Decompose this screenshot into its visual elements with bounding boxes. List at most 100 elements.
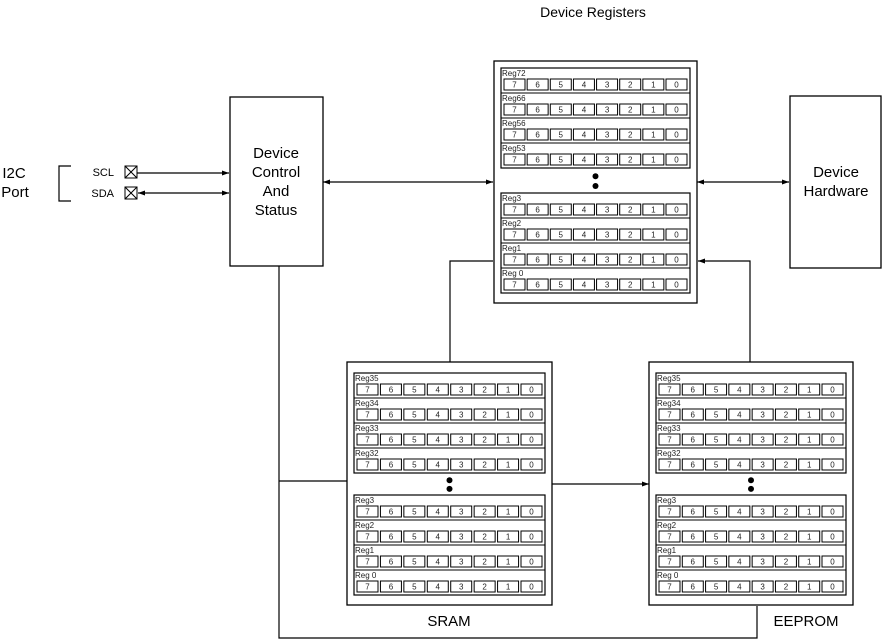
bit-label: 2 [482, 386, 487, 395]
bit-label: 2 [784, 411, 789, 420]
sda-pin-label: SDA [91, 188, 114, 200]
bit-label: 4 [582, 131, 587, 140]
bit-label: 3 [605, 281, 610, 290]
bit-label: 3 [760, 461, 765, 470]
bit-label: 7 [365, 583, 370, 592]
ellipsis-dot [592, 173, 599, 180]
bit-label: 6 [535, 206, 540, 215]
bit-label: 2 [482, 558, 487, 567]
bit-label: 3 [605, 256, 610, 265]
bit-label: 2 [482, 411, 487, 420]
bit-label: 2 [784, 583, 789, 592]
bit-label: 7 [512, 231, 517, 240]
sram-caption: SRAM [427, 613, 470, 630]
bit-label: 4 [436, 411, 441, 420]
bit-label: 6 [691, 558, 696, 567]
register-label: Reg35 [657, 374, 681, 383]
bit-label: 3 [459, 533, 464, 542]
bit-label: 5 [559, 231, 564, 240]
bit-label: 7 [365, 508, 370, 517]
bit-label: 2 [784, 461, 789, 470]
register-label: Reg53 [502, 144, 526, 153]
bit-label: 4 [737, 436, 742, 445]
bit-label: 4 [582, 106, 587, 115]
bit-label: 4 [582, 81, 587, 90]
device-control-label-line1: Device [253, 145, 299, 162]
bit-label: 3 [605, 131, 610, 140]
bit-label: 3 [605, 156, 610, 165]
bit-label: 1 [807, 508, 812, 517]
bit-label: 0 [529, 558, 534, 567]
bit-label: 0 [674, 106, 679, 115]
bit-label: 1 [506, 508, 511, 517]
bit-label: 0 [830, 461, 835, 470]
bit-label: 3 [459, 411, 464, 420]
bit-label: 7 [667, 533, 672, 542]
eeprom-bank: Reg357 6 5 4 3 2 1 0Reg347 6 5 4 3 2 1 0Reg337 6 5 4 3 2 1 0R… [648, 361, 854, 606]
bit-label: 3 [459, 461, 464, 470]
bit-label: 0 [529, 533, 534, 542]
bit-label: 2 [482, 583, 487, 592]
register-label: Reg 0 [657, 571, 679, 580]
bit-label: 1 [807, 411, 812, 420]
bit-label: 0 [674, 131, 679, 140]
bit-label: 5 [412, 558, 417, 567]
bit-label: 0 [674, 81, 679, 90]
bit-label: 5 [559, 131, 564, 140]
bit-label: 5 [559, 206, 564, 215]
bit-label: 1 [651, 256, 656, 265]
bit-label: 1 [506, 558, 511, 567]
bit-label: 6 [535, 281, 540, 290]
bit-label: 4 [582, 231, 587, 240]
bit-label: 3 [459, 558, 464, 567]
bit-label: 2 [482, 436, 487, 445]
bit-label: 1 [506, 583, 511, 592]
bit-label: 5 [412, 533, 417, 542]
bit-label: 6 [691, 436, 696, 445]
device-control-label-line4: Status [255, 202, 298, 219]
bit-label: 2 [628, 131, 633, 140]
bit-label: 5 [412, 583, 417, 592]
bit-label: 4 [436, 386, 441, 395]
bit-label: 3 [760, 558, 765, 567]
bit-label: 2 [784, 508, 789, 517]
register-label: Reg34 [657, 399, 681, 408]
device-control-block: Device Control And Status [229, 96, 324, 267]
bit-label: 6 [691, 533, 696, 542]
bit-label: 1 [807, 436, 812, 445]
ellipsis-dot [446, 485, 453, 492]
bit-label: 7 [512, 156, 517, 165]
bit-label: 0 [529, 461, 534, 470]
bit-label: 2 [628, 156, 633, 165]
bit-label: 6 [389, 461, 394, 470]
bit-label: 5 [412, 411, 417, 420]
diagram-title: Device Registers [540, 4, 646, 20]
bit-label: 5 [559, 281, 564, 290]
bit-label: 5 [559, 256, 564, 265]
bit-label: 5 [559, 81, 564, 90]
bit-label: 6 [535, 256, 540, 265]
register-label: Reg32 [657, 449, 681, 458]
i2c-port-label-line1: I2C [2, 165, 26, 182]
bit-label: 0 [830, 386, 835, 395]
ellipsis-dot [748, 477, 754, 484]
bit-label: 4 [436, 558, 441, 567]
bit-label: 3 [459, 436, 464, 445]
bit-label: 5 [412, 508, 417, 517]
eeprom-caption: EEPROM [773, 613, 838, 630]
bit-label: 0 [830, 411, 835, 420]
bit-label: 4 [436, 508, 441, 517]
bit-label: 6 [535, 231, 540, 240]
bit-label: 6 [389, 558, 394, 567]
bit-label: 4 [436, 436, 441, 445]
bit-label: 5 [714, 461, 719, 470]
bit-label: 4 [436, 461, 441, 470]
bit-label: 6 [535, 106, 540, 115]
i2c-port: I2C Port SCL SDA [1, 165, 138, 202]
bit-label: 0 [529, 436, 534, 445]
bit-label: 6 [691, 583, 696, 592]
register-label: Reg3 [355, 496, 375, 505]
bit-label: 4 [436, 533, 441, 542]
bit-label: 5 [714, 583, 719, 592]
bit-label: 6 [389, 436, 394, 445]
